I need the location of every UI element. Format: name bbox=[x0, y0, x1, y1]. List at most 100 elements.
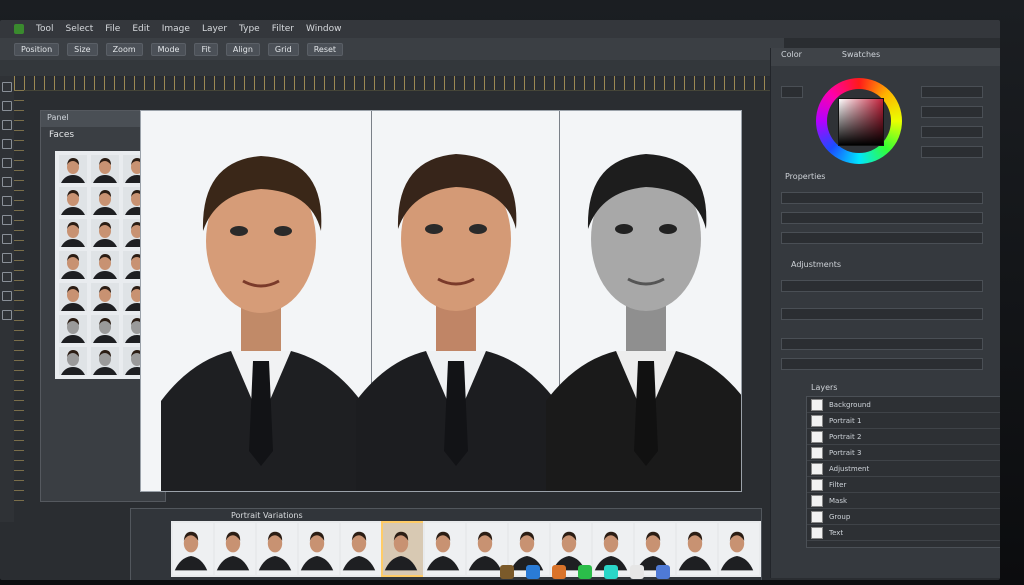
color-value-field[interactable] bbox=[921, 146, 983, 158]
menu-item[interactable]: Tool bbox=[36, 24, 53, 34]
zoom-tool-icon[interactable] bbox=[2, 310, 12, 320]
menu-item[interactable]: Filter bbox=[272, 24, 294, 34]
options-bar: Position Size Zoom Mode Fit Align Grid R… bbox=[0, 38, 784, 61]
gradient-tool-icon[interactable] bbox=[2, 215, 12, 225]
marquee-tool-icon[interactable] bbox=[2, 101, 12, 111]
adjustment-slider[interactable] bbox=[781, 338, 983, 350]
option-button[interactable]: Zoom bbox=[105, 42, 143, 56]
layer-thumbnail bbox=[811, 462, 823, 475]
layer-thumbnail bbox=[811, 478, 823, 491]
menu-item[interactable]: Image bbox=[162, 24, 190, 34]
face-thumbnail[interactable] bbox=[91, 251, 119, 279]
property-field[interactable] bbox=[781, 212, 983, 224]
face-thumbnail[interactable] bbox=[59, 155, 87, 183]
filmstrip-frame[interactable] bbox=[297, 521, 341, 577]
saturation-square[interactable] bbox=[838, 98, 884, 146]
option-button[interactable]: Mode bbox=[150, 42, 187, 56]
face-thumbnail[interactable] bbox=[59, 283, 87, 311]
layer-thumbnail bbox=[811, 494, 823, 507]
menu-item[interactable]: Window bbox=[306, 24, 342, 34]
filmstrip-frame[interactable] bbox=[423, 521, 467, 577]
menu-item[interactable]: File bbox=[105, 24, 120, 34]
taskbar-app-icon[interactable] bbox=[630, 565, 644, 579]
adjustment-slider[interactable] bbox=[781, 358, 983, 370]
face-thumbnail[interactable] bbox=[91, 155, 119, 183]
face-thumbnail[interactable] bbox=[59, 219, 87, 247]
layer-name: Group bbox=[829, 512, 851, 521]
property-field[interactable] bbox=[781, 232, 983, 244]
app-window: Tool Select File Edit Image Layer Type F… bbox=[0, 20, 1000, 580]
taskbar-app-icon[interactable] bbox=[526, 565, 540, 579]
layer-row[interactable]: Text bbox=[807, 525, 1000, 541]
layer-thumbnail bbox=[811, 414, 823, 427]
layer-row[interactable]: Adjustment bbox=[807, 461, 1000, 477]
filmstrip-frame[interactable] bbox=[171, 521, 215, 577]
properties-label: Properties bbox=[785, 172, 826, 181]
layer-thumbnail bbox=[811, 526, 823, 539]
lasso-tool-icon[interactable] bbox=[2, 120, 12, 130]
horizontal-ruler bbox=[14, 76, 774, 91]
menu-item[interactable]: Select bbox=[65, 24, 93, 34]
panel-tabs: Color Swatches bbox=[771, 48, 1000, 66]
color-value-field[interactable] bbox=[921, 86, 983, 98]
taskbar-app-icon[interactable] bbox=[656, 565, 670, 579]
filmstrip-frame[interactable] bbox=[381, 521, 425, 577]
option-button[interactable]: Reset bbox=[306, 42, 344, 56]
image-canvas[interactable] bbox=[140, 110, 742, 492]
taskbar-app-icon[interactable] bbox=[552, 565, 566, 579]
layer-row[interactable]: Background bbox=[807, 397, 1000, 413]
taskbar-app-icon[interactable] bbox=[500, 565, 514, 579]
color-value-field[interactable] bbox=[921, 106, 983, 118]
face-thumbnail[interactable] bbox=[59, 251, 87, 279]
layer-row[interactable]: Group bbox=[807, 509, 1000, 525]
taskbar-app-icon[interactable] bbox=[578, 565, 592, 579]
filmstrip-title: Portrait Variations bbox=[231, 511, 303, 520]
face-thumbnail[interactable] bbox=[91, 315, 119, 343]
brush-tool-icon[interactable] bbox=[2, 177, 12, 187]
menu-item[interactable]: Type bbox=[239, 24, 260, 34]
move-tool-icon[interactable] bbox=[2, 82, 12, 92]
toolbox bbox=[0, 76, 14, 522]
adjustment-slider[interactable] bbox=[781, 280, 983, 292]
hand-tool-icon[interactable] bbox=[2, 291, 12, 301]
eyedropper-tool-icon[interactable] bbox=[2, 158, 12, 168]
face-thumbnail[interactable] bbox=[59, 315, 87, 343]
menu-item[interactable]: Edit bbox=[132, 24, 149, 34]
option-button[interactable]: Position bbox=[14, 42, 60, 56]
face-thumbnail[interactable] bbox=[91, 219, 119, 247]
color-wheel[interactable] bbox=[816, 78, 902, 164]
pen-tool-icon[interactable] bbox=[2, 234, 12, 244]
layer-row[interactable]: Filter bbox=[807, 477, 1000, 493]
menu-item[interactable]: Layer bbox=[202, 24, 227, 34]
adjustments-label: Adjustments bbox=[791, 260, 842, 269]
layer-row[interactable]: Portrait 3 bbox=[807, 445, 1000, 461]
face-thumbnail[interactable] bbox=[91, 283, 119, 311]
option-button[interactable]: Size bbox=[67, 42, 98, 56]
face-thumbnail[interactable] bbox=[59, 347, 87, 375]
layer-row[interactable]: Portrait 1 bbox=[807, 413, 1000, 429]
filmstrip-frame[interactable] bbox=[213, 521, 257, 577]
face-thumbnail[interactable] bbox=[91, 347, 119, 375]
color-value-field[interactable] bbox=[921, 126, 983, 138]
eraser-tool-icon[interactable] bbox=[2, 196, 12, 206]
color-slider[interactable] bbox=[781, 86, 803, 98]
option-button[interactable]: Align bbox=[225, 42, 260, 56]
option-button[interactable]: Grid bbox=[267, 42, 299, 56]
face-thumbnail[interactable] bbox=[91, 187, 119, 215]
filmstrip-frame[interactable] bbox=[255, 521, 299, 577]
layer-row[interactable]: Mask bbox=[807, 493, 1000, 509]
adjustment-slider[interactable] bbox=[781, 308, 983, 320]
shape-tool-icon[interactable] bbox=[2, 272, 12, 282]
tab-swatches[interactable]: Swatches bbox=[842, 50, 880, 64]
layer-name: Portrait 3 bbox=[829, 448, 862, 457]
tab-color[interactable]: Color bbox=[781, 50, 802, 64]
layer-row[interactable]: Portrait 2 bbox=[807, 429, 1000, 445]
filmstrip-frame[interactable] bbox=[339, 521, 383, 577]
face-thumbnail[interactable] bbox=[59, 187, 87, 215]
layer-thumbnail bbox=[811, 446, 823, 459]
type-tool-icon[interactable] bbox=[2, 253, 12, 263]
property-field[interactable] bbox=[781, 192, 983, 204]
taskbar-app-icon[interactable] bbox=[604, 565, 618, 579]
option-button[interactable]: Fit bbox=[194, 42, 218, 56]
crop-tool-icon[interactable] bbox=[2, 139, 12, 149]
